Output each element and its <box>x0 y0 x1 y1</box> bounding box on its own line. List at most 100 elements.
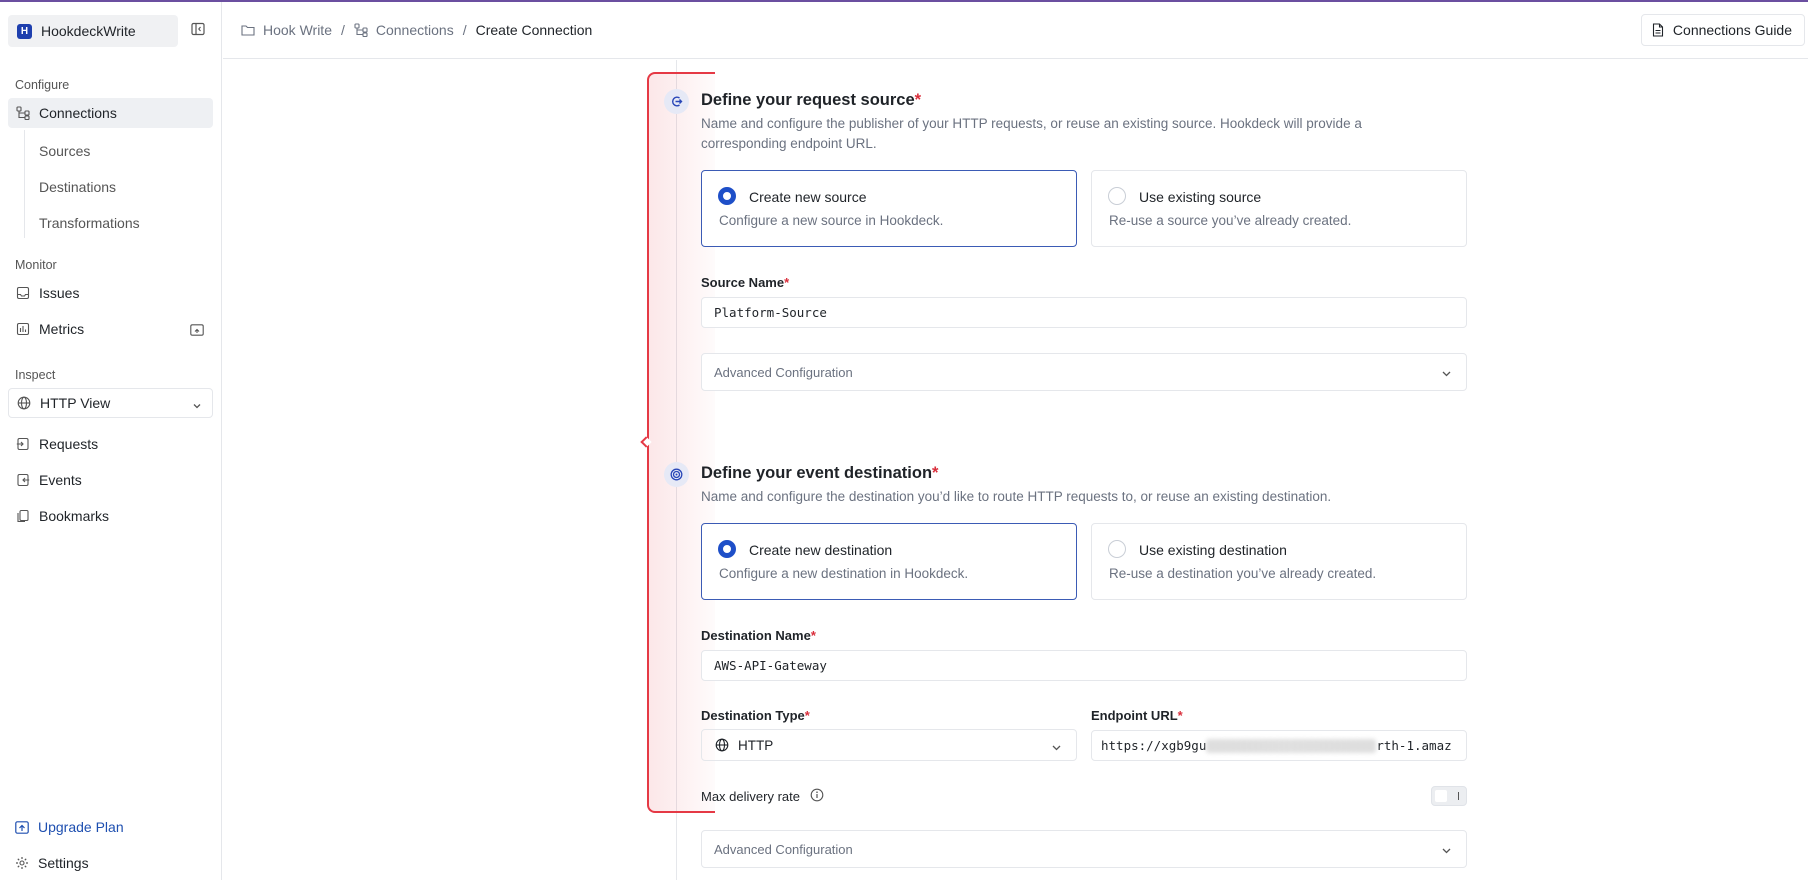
upgrade-plan-label: Upgrade Plan <box>38 819 124 835</box>
create-new-source-option[interactable]: Create new source Configure a new source… <box>701 170 1077 247</box>
connections-guide-button[interactable]: Connections Guide <box>1640 14 1805 46</box>
option-title: Use existing destination <box>1139 542 1287 558</box>
create-new-source-radio[interactable] <box>718 187 736 205</box>
connections-icon <box>354 23 368 37</box>
http-view-label: HTTP View <box>40 395 111 411</box>
destination-name-label-text: Destination Name <box>701 628 811 643</box>
use-existing-destination-option[interactable]: Use existing destination Re-use a destin… <box>1091 523 1467 600</box>
endpoint-url-suffix: rth-1.amaz <box>1376 738 1452 753</box>
source-title-text: Define your request source <box>701 91 915 109</box>
create-new-destination-radio[interactable] <box>718 540 736 558</box>
sidebar-item-destinations[interactable]: Destinations <box>39 179 116 195</box>
inspect-section-label: Inspect <box>15 368 56 382</box>
chevron-down-icon <box>1441 844 1452 859</box>
sidebar-item-label: Bookmarks <box>39 508 110 524</box>
chevron-down-icon <box>1051 741 1062 756</box>
use-existing-destination-radio[interactable] <box>1108 540 1126 558</box>
destination-name-input[interactable]: AWS-API-Gateway <box>701 650 1467 681</box>
sidebar-item-issues[interactable]: Issues <box>8 278 213 308</box>
metrics-icon <box>16 322 30 336</box>
endpoint-url-input[interactable]: https://xgb9gu rth-1.amaz <box>1091 730 1467 761</box>
toggle-knob <box>1435 790 1447 802</box>
destination-name-label: Destination Name* <box>701 628 816 643</box>
gear-icon <box>15 856 29 870</box>
destination-type-label: Destination Type* <box>701 708 810 723</box>
upgrade-plan-link[interactable]: Upgrade Plan <box>15 819 124 835</box>
option-description: Re-use a destination you’ve already crea… <box>1109 566 1377 581</box>
required-marker: * <box>914 91 922 109</box>
workspace-switcher[interactable]: H HookdeckWrite <box>8 15 178 47</box>
option-description: Configure a new destination in Hookdeck. <box>719 566 969 581</box>
required-marker: * <box>1177 708 1183 723</box>
use-existing-source-option[interactable]: Use existing source Re-use a source you’… <box>1091 170 1467 247</box>
destination-title-text: Define your event destination <box>701 464 933 482</box>
folder-icon <box>241 24 255 36</box>
bookmarks-icon <box>16 509 30 523</box>
source-name-value: Platform-Source <box>714 305 827 320</box>
sidebar-item-sources[interactable]: Sources <box>39 143 90 159</box>
source-advanced-configuration[interactable]: Advanced Configuration <box>701 353 1467 391</box>
accordion-label: Advanced Configuration <box>714 364 853 380</box>
sidebar-item-label: Connections <box>39 105 117 121</box>
monitor-section-label: Monitor <box>15 258 57 272</box>
endpoint-url-prefix: https://xgb9gu <box>1101 738 1207 753</box>
destination-section-description: Name and configure the destination you’d… <box>701 489 1332 504</box>
max-delivery-rate-toggle[interactable] <box>1431 786 1467 806</box>
use-existing-source-radio[interactable] <box>1108 187 1126 205</box>
destination-name-value: AWS-API-Gateway <box>714 658 827 673</box>
toggle-indicator <box>1457 792 1459 800</box>
endpoint-url-label-text: Endpoint URL <box>1091 708 1178 723</box>
sidebar-item-label: Metrics <box>39 321 85 337</box>
breadcrumb-connections[interactable]: Connections <box>376 22 454 38</box>
option-description: Configure a new source in Hookdeck. <box>719 213 944 228</box>
page-header: Hook Write / Connections / Create Connec… <box>223 2 1808 59</box>
required-marker: * <box>932 464 939 482</box>
endpoint-url-label: Endpoint URL* <box>1091 708 1183 723</box>
option-description: Re-use a source you’ve already created. <box>1109 213 1352 228</box>
sidebar-item-connections[interactable]: Connections <box>8 98 213 128</box>
sidebar-item-transformations[interactable]: Transformations <box>39 215 140 231</box>
sidebar-item-requests[interactable]: Requests <box>8 429 213 459</box>
source-section-title: Define your request source* <box>701 91 921 110</box>
upgrade-badge-icon <box>190 323 204 339</box>
source-section-description: Name and configure the publisher of your… <box>701 116 1362 151</box>
chevron-down-icon <box>192 398 202 414</box>
sidebar: H HookdeckWrite Configure Connections So… <box>0 2 222 880</box>
source-name-label: Source Name* <box>701 275 789 290</box>
globe-icon <box>17 396 31 410</box>
settings-label: Settings <box>38 855 89 871</box>
events-icon <box>16 473 30 487</box>
breadcrumb-separator: / <box>462 22 467 38</box>
collapse-sidebar-icon[interactable] <box>191 22 207 38</box>
http-view-select[interactable]: HTTP View <box>8 388 213 418</box>
destination-section-title: Define your event destination* <box>701 464 938 483</box>
destination-type-label-text: Destination Type <box>701 708 805 723</box>
connections-icon <box>16 106 30 120</box>
sidebar-item-label: Issues <box>39 285 80 301</box>
breadcrumb-workspace[interactable]: Hook Write <box>263 22 332 38</box>
required-marker: * <box>804 708 810 723</box>
configure-section-label: Configure <box>15 78 70 92</box>
settings-link[interactable]: Settings <box>15 855 89 871</box>
breadcrumb: Hook Write / Connections / Create Connec… <box>241 22 592 38</box>
destination-type-select[interactable]: HTTP <box>701 729 1077 761</box>
sidebar-item-bookmarks[interactable]: Bookmarks <box>8 501 213 531</box>
source-icon <box>664 89 689 114</box>
info-icon[interactable] <box>810 788 824 805</box>
source-name-input[interactable]: Platform-Source <box>701 297 1467 328</box>
sidebar-item-events[interactable]: Events <box>8 465 213 495</box>
required-marker: * <box>784 275 790 290</box>
chevron-down-icon <box>1441 367 1452 382</box>
option-title: Create new destination <box>749 542 893 558</box>
create-new-destination-option[interactable]: Create new destination Configure a new d… <box>701 523 1077 600</box>
subnav-divider <box>24 130 25 238</box>
breadcrumb-current: Create Connection <box>475 22 593 38</box>
document-icon <box>1652 23 1664 37</box>
breadcrumb-separator: / <box>340 22 345 38</box>
sidebar-item-label: Events <box>39 472 82 488</box>
destination-advanced-configuration[interactable]: Advanced Configuration <box>701 830 1467 868</box>
upgrade-icon <box>15 820 29 834</box>
destination-icon <box>664 462 689 487</box>
required-marker: * <box>810 628 816 643</box>
sidebar-item-metrics[interactable]: Metrics <box>8 314 213 344</box>
